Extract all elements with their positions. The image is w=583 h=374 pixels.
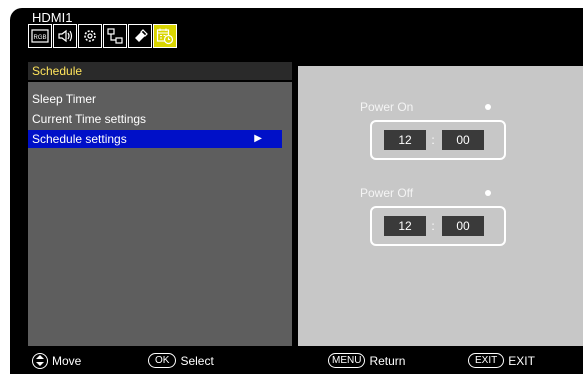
power-on-time[interactable]: 12 : 00 <box>370 120 506 160</box>
menu-item-current-time-settings[interactable]: Current Time settings <box>28 110 282 128</box>
move-hint: Move <box>32 353 81 369</box>
dpad-icon <box>32 353 48 369</box>
power-off-label: Power Off <box>360 186 414 200</box>
menu-item-sleep-timer[interactable]: Sleep Timer <box>28 90 282 108</box>
exit-hint: EXIT EXIT <box>468 353 535 368</box>
tab-usb[interactable] <box>128 24 152 48</box>
tab-schedule[interactable] <box>153 24 177 48</box>
return-hint: MENU Return <box>328 353 405 368</box>
time-separator: : <box>431 133 435 147</box>
move-label: Move <box>52 354 82 368</box>
tab-setup[interactable] <box>78 24 102 48</box>
menu-item-schedule-settings[interactable]: Schedule settings ▶ <box>28 130 282 148</box>
menu-key-icon: MENU <box>328 353 366 368</box>
speaker-icon <box>58 29 73 43</box>
tab-picture[interactable]: RGB <box>28 24 52 48</box>
menu-item-label: Sleep Timer <box>32 92 97 106</box>
power-off-indicator-dot <box>485 190 491 196</box>
tab-audio[interactable] <box>53 24 77 48</box>
network-icon <box>107 28 123 44</box>
menu-header: Schedule <box>28 62 292 80</box>
power-off-minute[interactable]: 00 <box>442 216 484 236</box>
return-label: Return <box>369 353 406 368</box>
power-on-hour[interactable]: 12 <box>384 130 426 150</box>
schedule-panel: Power On 12 : 00 Power Off 12 : 00 <box>298 66 583 346</box>
osd-window: HDMI1 RGB Schedule Sleep Timer Current T… <box>10 8 583 374</box>
power-on-indicator-dot <box>485 104 491 110</box>
select-hint: OK Select <box>148 353 214 368</box>
key-guide-bar: Move OK Select MENU Return EXIT EXIT <box>10 346 583 374</box>
exit-key-icon: EXIT <box>468 353 505 368</box>
ok-key-icon: OK <box>148 353 177 368</box>
picture-rgb-icon: RGB <box>31 29 49 43</box>
power-off-time[interactable]: 12 : 00 <box>370 206 506 246</box>
menu-item-label: Schedule settings <box>32 132 127 146</box>
input-source-title: HDMI1 <box>32 10 73 25</box>
power-off-hour[interactable]: 12 <box>384 216 426 236</box>
time-separator: : <box>431 219 435 233</box>
tab-bar: RGB <box>28 24 178 48</box>
tab-network[interactable] <box>103 24 127 48</box>
gear-icon <box>84 30 96 42</box>
usb-icon <box>135 29 148 42</box>
menu-panel: Sleep Timer Current Time settings Schedu… <box>28 82 292 346</box>
menu-title: Schedule <box>32 64 83 78</box>
schedule-calendar-icon <box>156 28 174 45</box>
submenu-arrow-icon: ▶ <box>254 133 262 144</box>
menu-item-label: Current Time settings <box>32 112 147 126</box>
svg-text:RGB: RGB <box>33 35 46 41</box>
power-on-label: Power On <box>360 100 414 114</box>
exit-label: EXIT <box>508 353 535 368</box>
power-on-minute[interactable]: 00 <box>442 130 484 150</box>
select-label: Select <box>180 353 214 368</box>
